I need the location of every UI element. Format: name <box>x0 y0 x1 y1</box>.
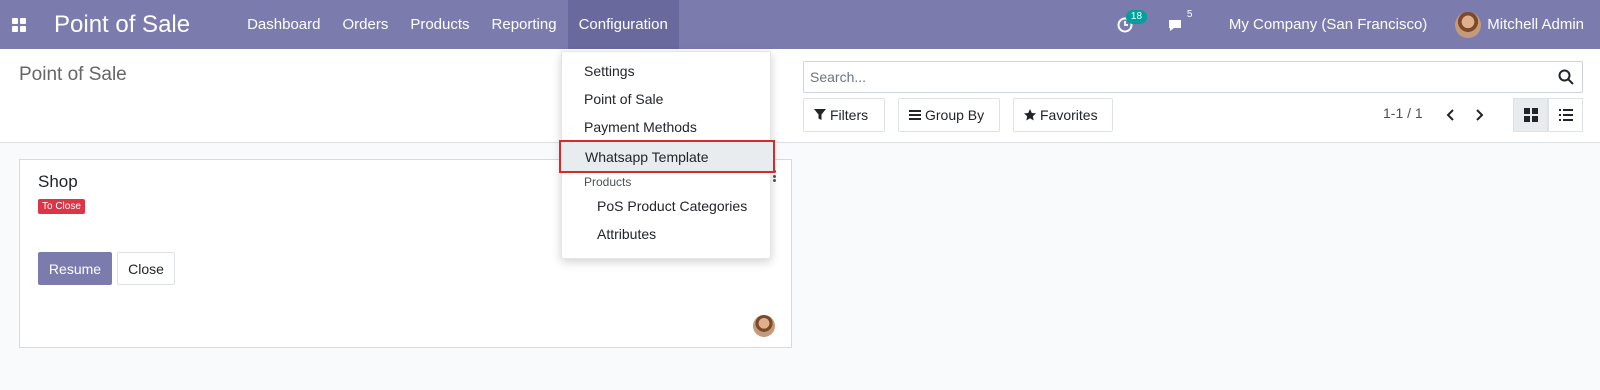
chevron-right-icon <box>1476 109 1484 121</box>
group-by-label: Group By <box>925 107 985 123</box>
list-icon <box>1558 109 1573 121</box>
dropdown-section-products: Products <box>584 175 632 189</box>
star-icon <box>1024 109 1036 121</box>
menu-dashboard[interactable]: Dashboard <box>236 0 331 49</box>
card-title: Shop <box>38 172 78 191</box>
user-menu[interactable]: Mitchell Admin <box>1455 11 1584 38</box>
chat-icon <box>1168 19 1181 31</box>
dropdown-item-whatsapp-template[interactable]: Whatsapp Template <box>559 140 775 173</box>
breadcrumb: Point of Sale <box>19 64 127 85</box>
pager-next-button[interactable] <box>1470 105 1490 125</box>
menu-configuration[interactable]: Configuration <box>567 0 679 49</box>
search-icon[interactable] <box>1558 69 1574 85</box>
group-by-button[interactable]: Group By <box>898 98 1000 132</box>
kanban-view-button[interactable] <box>1513 98 1548 132</box>
configuration-dropdown: Settings Point of Sale Payment Methods W… <box>559 51 775 259</box>
dropdown-item-attributes[interactable]: Attributes <box>597 226 656 242</box>
search-input[interactable]: Search... <box>803 61 1583 93</box>
user-avatar <box>1455 11 1482 38</box>
filter-icon <box>814 109 826 120</box>
search-placeholder: Search... <box>810 69 867 85</box>
pager-value[interactable]: 1-1 / 1 <box>1383 105 1423 121</box>
favorites-button[interactable]: Favorites <box>1013 98 1113 132</box>
activity-menu[interactable]: 18 <box>1117 9 1148 33</box>
dropdown-item-point-of-sale[interactable]: Point of Sale <box>584 91 663 107</box>
control-panel: Point of Sale Search... Filters Group By… <box>0 49 1600 143</box>
activity-count-badge: 18 <box>1125 9 1148 24</box>
filters-button[interactable]: Filters <box>803 98 885 132</box>
menu-products[interactable]: Products <box>399 0 480 49</box>
responsible-avatar <box>753 315 775 337</box>
app-title: Point of Sale <box>54 10 191 38</box>
resume-button[interactable]: Resume <box>38 252 112 285</box>
apps-menu-icon[interactable] <box>0 0 38 49</box>
chevron-left-icon <box>1446 109 1454 121</box>
status-badge: To Close <box>38 199 85 214</box>
list-bars-icon <box>909 110 921 120</box>
dropdown-item-settings[interactable]: Settings <box>584 63 635 79</box>
kanban-icon <box>1523 108 1538 122</box>
pager-previous-button[interactable] <box>1440 105 1460 125</box>
grid-icon <box>12 17 26 32</box>
main-menu: Dashboard Orders Products Reporting Conf… <box>236 0 679 49</box>
view-switcher <box>1513 98 1583 132</box>
favorites-label: Favorites <box>1040 107 1098 123</box>
user-name: Mitchell Admin <box>1487 16 1584 33</box>
dropdown-item-pos-product-categories[interactable]: PoS Product Categories <box>597 198 747 214</box>
menu-reporting[interactable]: Reporting <box>481 0 568 49</box>
list-view-button[interactable] <box>1548 98 1583 132</box>
message-count: 5 <box>1186 8 1193 20</box>
company-switcher[interactable]: My Company (San Francisco) <box>1229 16 1427 33</box>
messages-menu[interactable]: 5 <box>1167 9 1192 33</box>
close-button[interactable]: Close <box>117 252 175 285</box>
menu-orders[interactable]: Orders <box>331 0 399 49</box>
systray: 18 5 My Company (San Francisco) Mitchell… <box>1117 0 1600 49</box>
top-navbar: Point of Sale Dashboard Orders Products … <box>0 0 1600 49</box>
dropdown-item-payment-methods[interactable]: Payment Methods <box>584 119 697 135</box>
filters-label: Filters <box>830 107 869 123</box>
